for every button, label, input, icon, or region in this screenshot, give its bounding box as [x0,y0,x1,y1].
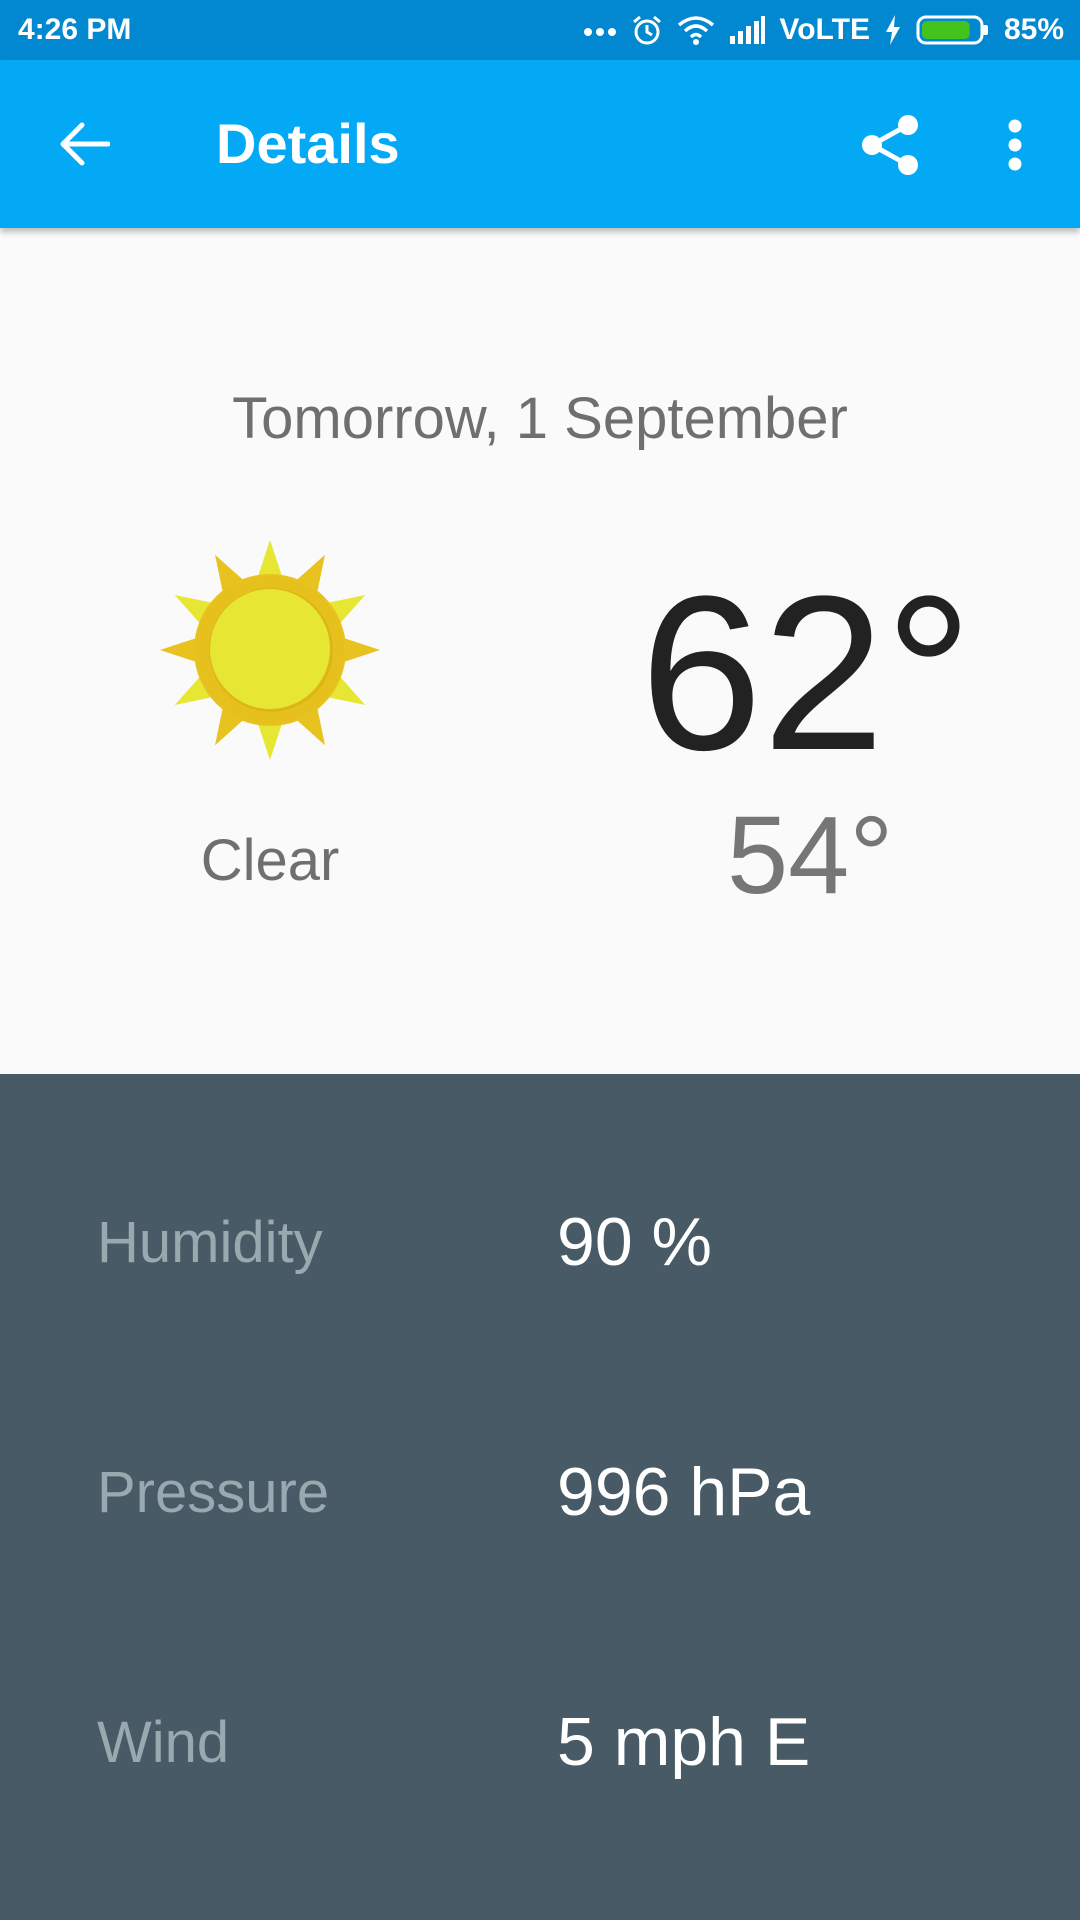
network-type: VoLTE [779,13,870,46]
humidity-value: 90 % [557,1204,712,1280]
share-icon [862,115,918,175]
status-time: 4:26 PM [18,13,132,46]
wind-label: Wind [97,1710,230,1775]
details-panel: Humidity 90 % Pressure 996 hPa Wind 5 mp… [0,1074,1080,1920]
signal-icon [729,16,766,44]
back-arrow-icon [60,122,110,166]
share-button[interactable] [850,105,930,185]
forecast-summary: Tomorrow, 1 September Clear 62° 54° [0,228,1080,1074]
status-bar: 4:26 PM VoLTE 85% [0,0,1080,60]
app-bar: Details [0,60,1080,228]
alarm-icon [631,14,663,46]
low-temperature: 54° [727,794,894,917]
high-temperature: 62° [640,550,973,796]
humidity-label: Humidity [97,1210,323,1275]
back-button[interactable] [44,110,124,178]
sun-icon [160,540,380,760]
more-dots-icon [583,23,617,37]
battery-icon [916,14,990,46]
charging-icon [884,15,902,45]
battery-level [921,21,970,39]
battery-percent: 85% [1003,13,1064,46]
page-title: Details [216,112,400,175]
pressure-value: 996 hPa [557,1454,811,1530]
more-options-button[interactable] [980,105,1050,185]
weather-condition: Clear [200,828,340,893]
forecast-date: Tomorrow, 1 September [232,386,848,451]
more-vert-icon [1008,119,1022,171]
pressure-label: Pressure [97,1460,330,1525]
wifi-icon [677,15,715,45]
wind-value: 5 mph E [557,1704,811,1780]
status-icons: VoLTE 85% [583,13,1064,47]
